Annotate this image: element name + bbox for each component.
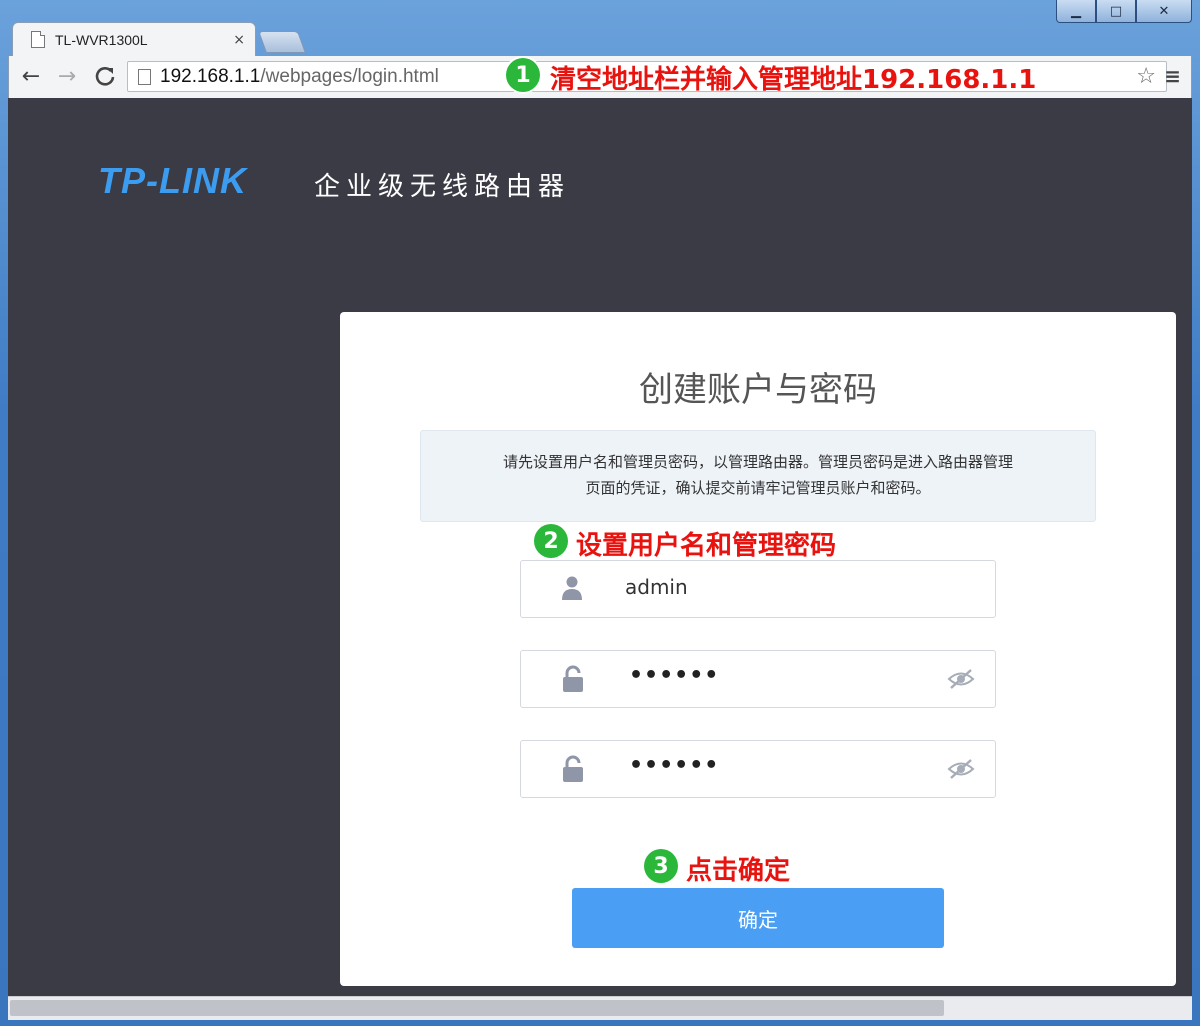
new-tab-button[interactable] — [257, 31, 307, 53]
back-icon[interactable]: ← — [17, 62, 45, 90]
hide-password-icon[interactable] — [947, 668, 975, 694]
step-badge-3: 3 — [644, 849, 678, 883]
reload-icon[interactable] — [91, 62, 119, 90]
page-icon — [31, 31, 45, 48]
horizontal-scrollbar[interactable] — [8, 996, 1192, 1020]
url-host: 192.168.1.1 — [160, 66, 261, 87]
notice-line: 页面的凭证，确认提交前请牢记管理员账户和密码。 — [585, 479, 931, 497]
hide-password-icon[interactable] — [947, 758, 975, 784]
product-name: 企业级无线路由器 — [314, 172, 571, 202]
page-title: 创建账户与密码 — [639, 370, 877, 410]
browser-menu-icon[interactable]: ≡ — [1164, 64, 1181, 88]
username-field[interactable]: admin — [520, 560, 996, 618]
window-controls: ▁ □ ✕ — [1056, 0, 1192, 23]
lock-icon — [561, 665, 585, 697]
step-callout-1: 清空地址栏并输入管理地址192.168.1.1 — [550, 65, 1037, 95]
url-path: /webpages/login.html — [260, 66, 439, 87]
confirm-button[interactable]: 确定 — [572, 888, 944, 948]
step-badge-2: 2 — [534, 524, 568, 558]
step-callout-2: 设置用户名和管理密码 — [576, 531, 837, 561]
step-callout-3: 点击确定 — [686, 856, 791, 886]
tab-close-icon[interactable]: × — [233, 32, 245, 48]
password-field[interactable]: •••••• — [520, 650, 996, 708]
browser-tab[interactable]: TL-WVR1300L × — [12, 22, 256, 56]
confirm-password-value: •••••• — [629, 753, 720, 778]
notice-line: 请先设置用户名和管理员密码，以管理路由器。管理员密码是进入路由器管理 — [502, 453, 1013, 471]
bookmark-star-icon[interactable]: ☆ — [1136, 64, 1156, 89]
tab-title: TL-WVR1300L — [55, 31, 148, 48]
confirm-password-field[interactable]: •••••• — [520, 740, 996, 798]
step-badge-1: 1 — [506, 58, 540, 92]
browser-window: ▁ □ ✕ TL-WVR1300L × ← → 192.168.1.1/webp… — [0, 0, 1200, 1026]
forward-icon[interactable]: → — [53, 62, 81, 90]
scrollbar-thumb[interactable] — [10, 1000, 944, 1016]
maximize-button[interactable]: □ — [1096, 0, 1136, 23]
lock-icon — [561, 755, 585, 787]
user-icon — [561, 575, 583, 605]
username-value: admin — [625, 575, 688, 599]
close-button[interactable]: ✕ — [1136, 0, 1192, 23]
password-value: •••••• — [629, 663, 720, 688]
tp-link-logo: TP-LINK — [98, 160, 247, 201]
minimize-button[interactable]: ▁ — [1056, 0, 1096, 23]
url-text[interactable]: 192.168.1.1/webpages/login.html — [160, 66, 439, 88]
notice-box: 请先设置用户名和管理员密码，以管理路由器。管理员密码是进入路由器管理 页面的凭证… — [420, 430, 1096, 522]
page-icon — [138, 69, 151, 85]
